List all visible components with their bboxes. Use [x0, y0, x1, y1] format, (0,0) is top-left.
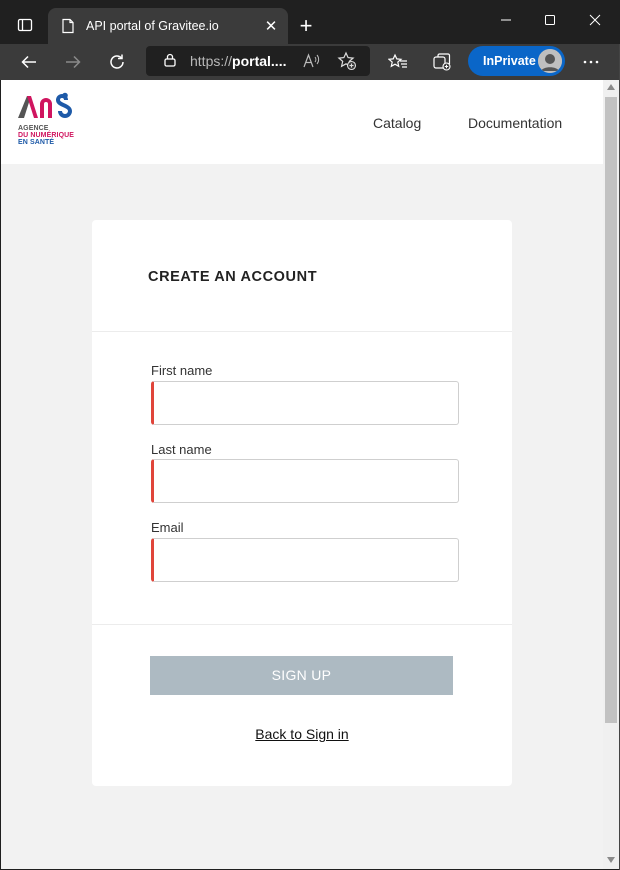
url-scheme: https:// [190, 53, 233, 69]
browser-titlebar: API portal of Gravitee.io ✕ + [0, 0, 620, 44]
lock-icon[interactable] [164, 53, 176, 70]
nav-catalog-link[interactable]: Catalog [373, 115, 421, 131]
profile-avatar-icon [538, 49, 562, 73]
site-header: AGENCE DU NUMÉRIQUE EN SANTÉ Catalog Doc… [1, 80, 603, 164]
last-name-input[interactable] [151, 459, 459, 503]
browser-tab[interactable]: API portal of Gravitee.io ✕ [48, 8, 288, 44]
scroll-up-arrow-icon[interactable] [607, 84, 615, 90]
card-divider [92, 331, 512, 332]
last-name-label: Last name [151, 442, 212, 457]
tab-close-icon[interactable]: ✕ [258, 13, 284, 39]
logo-text: AGENCE DU NUMÉRIQUE EN SANTÉ [18, 125, 74, 146]
logo-line-sante: EN SANTÉ [18, 139, 55, 146]
maximize-icon[interactable] [527, 0, 573, 40]
logo-line-agence: AGENCE [18, 125, 49, 132]
favorites-icon[interactable] [384, 48, 412, 76]
inprivate-label: InPrivate [483, 54, 536, 68]
url-host: portal.... [232, 53, 287, 69]
ans-logo-mark-icon [18, 92, 72, 118]
scroll-down-arrow-icon[interactable] [607, 857, 615, 863]
email-label: Email [151, 520, 184, 535]
page-scrollbar[interactable] [603, 80, 619, 869]
first-name-label: First name [151, 363, 213, 378]
scroll-thumb[interactable] [605, 97, 617, 723]
more-options-icon[interactable] [577, 48, 605, 76]
forward-arrow-icon[interactable] [57, 46, 89, 78]
inprivate-button[interactable]: InPrivate [468, 46, 565, 76]
page-viewport: AGENCE DU NUMÉRIQUE EN SANTÉ Catalog Doc… [1, 80, 603, 869]
page-title: CREATE AN ACCOUNT [148, 269, 318, 285]
tab-title: API portal of Gravitee.io [86, 19, 219, 33]
add-favorite-icon[interactable] [337, 51, 357, 71]
sign-up-button[interactable]: SIGN UP [150, 656, 453, 695]
ans-logo[interactable]: AGENCE DU NUMÉRIQUE EN SANTÉ [16, 92, 80, 152]
read-aloud-icon[interactable] [302, 51, 322, 71]
card-divider [92, 624, 512, 625]
back-to-sign-in-link[interactable]: Back to Sign in [92, 726, 512, 742]
collections-icon[interactable] [428, 48, 456, 76]
email-input[interactable] [151, 538, 459, 582]
logo-line-numerique: DU NUMÉRIQUE [18, 132, 75, 139]
new-tab-button[interactable]: + [292, 12, 320, 40]
nav-documentation-link[interactable]: Documentation [468, 115, 562, 131]
reload-icon[interactable] [101, 46, 133, 78]
minimize-icon[interactable] [483, 0, 529, 40]
browser-toolbar: https://portal.... InPrivate [0, 44, 620, 80]
first-name-input[interactable] [151, 381, 459, 425]
page-favicon-icon [60, 18, 76, 34]
tab-actions-icon[interactable] [10, 10, 40, 40]
window-close-icon[interactable] [572, 0, 618, 40]
signup-card: CREATE AN ACCOUNT First name Last name E… [92, 220, 512, 786]
back-arrow-icon[interactable] [13, 46, 45, 78]
